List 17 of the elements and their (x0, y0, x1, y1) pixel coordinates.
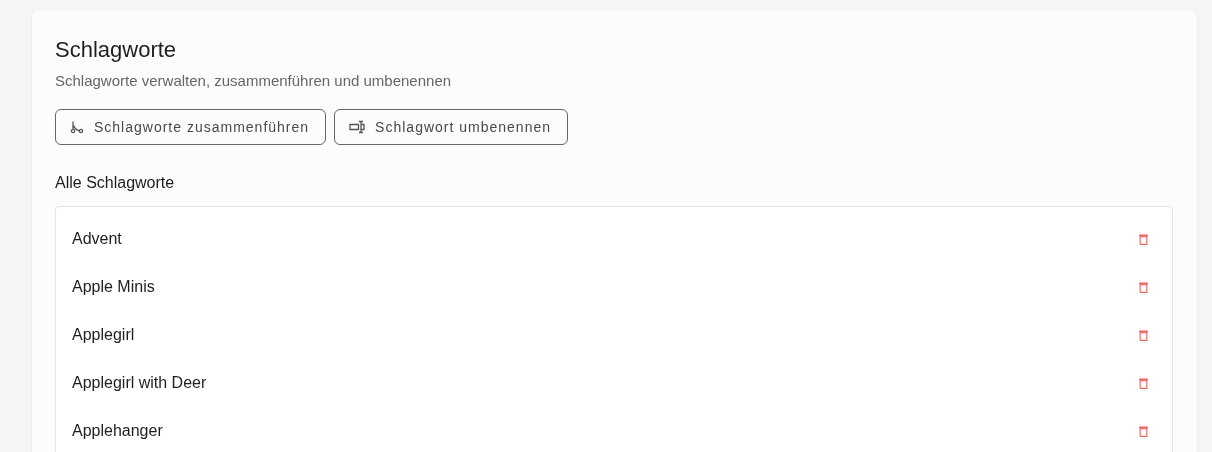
section-title: Alle Schlagworte (55, 173, 176, 193)
tag-name: Applehanger (72, 422, 163, 440)
rename-button[interactable]: Schlagwort umbenennen (334, 109, 568, 145)
trash-icon (1139, 425, 1148, 437)
tag-name: Applegirl (72, 326, 135, 344)
page-title: Schlagworte (55, 37, 178, 63)
tag-name: Applegirl with Deer (72, 374, 207, 392)
tag-name: Apple Minis (72, 278, 155, 296)
page-subtitle: Schlagworte verwalten, zusammenführen und umbenennen (55, 71, 453, 91)
text-cursor-icon (349, 120, 366, 134)
merge-button[interactable]: Schlagworte zusammenführen (55, 109, 327, 145)
trash-icon (1139, 377, 1148, 389)
trash-icon (1139, 281, 1148, 293)
branch-icon (70, 120, 84, 134)
trash-icon (1139, 233, 1148, 245)
trash-icon (1139, 329, 1148, 341)
tag-name: Advent (72, 230, 122, 248)
